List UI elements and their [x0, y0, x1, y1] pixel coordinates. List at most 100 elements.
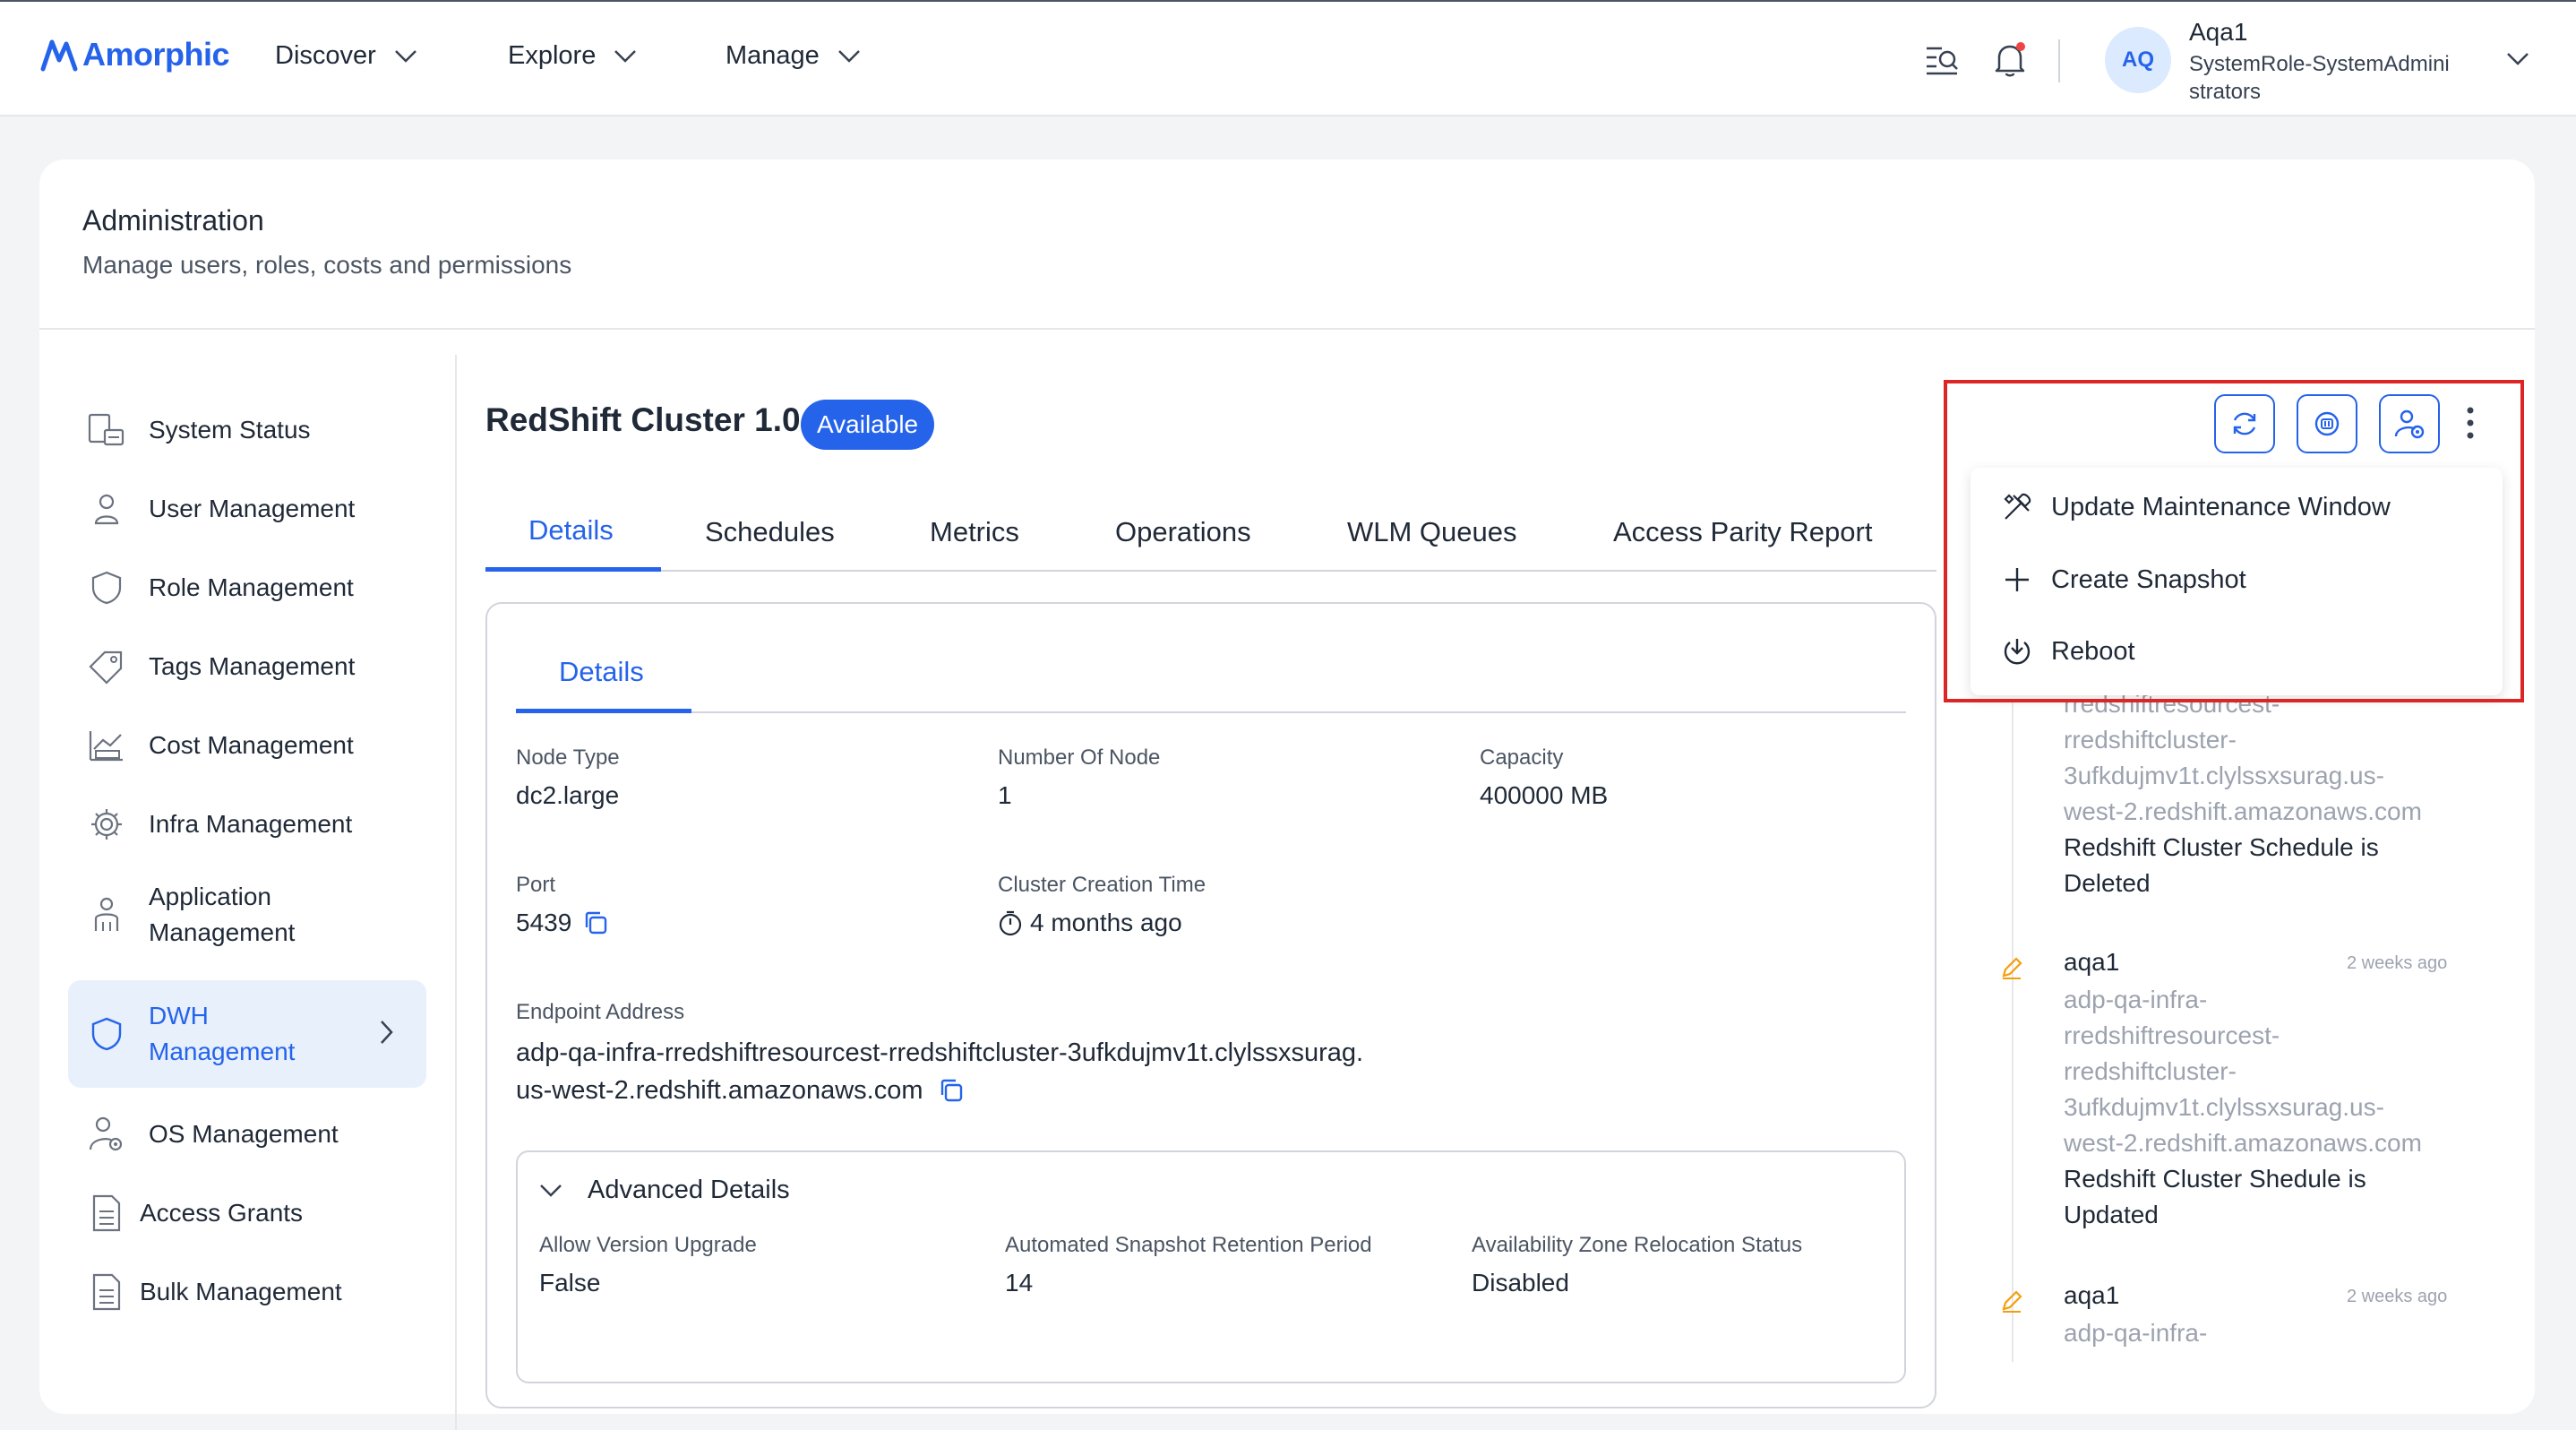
- endpoint-line-2-row: us-west-2.redshift.amazonaws.com: [516, 1072, 1501, 1109]
- feed-item-2-time: 2 weeks ago: [2347, 1287, 2448, 1306]
- page-subtitle: Manage users, roles, costs and permissio…: [82, 251, 572, 279]
- tab-wlm-queues[interactable]: WLM Queues: [1347, 516, 1517, 548]
- sidebar-item-system-status[interactable]: System Status: [68, 401, 426, 459]
- sidebar-item-label: User Management: [149, 495, 356, 522]
- feed-message: Updated: [2064, 1201, 2159, 1228]
- number-of-node-text: 1: [998, 781, 1012, 809]
- user-name: Aqa1: [2189, 18, 2248, 46]
- chevron-down-icon: [540, 1184, 562, 1197]
- endpoint-address-label: Endpoint Address: [516, 1000, 685, 1024]
- sidebar-item-user-management[interactable]: User Management: [68, 480, 426, 538]
- number-of-node-value: 1: [998, 781, 1012, 810]
- feed-item-2-user: aqa1: [2064, 1281, 2120, 1309]
- sidebar-item-label: Access Grants: [140, 1199, 304, 1227]
- node-type-text: dc2.large: [516, 781, 620, 809]
- port-label: Port: [516, 873, 556, 897]
- sidebar-item-cost-management[interactable]: Cost Management: [68, 717, 426, 774]
- tab-metrics[interactable]: Metrics: [930, 516, 1019, 548]
- sidebar-item-tags-management[interactable]: Tags Management: [68, 638, 426, 695]
- feed-line: rredshiftcluster-: [2064, 726, 2237, 754]
- nav-explore-label: Explore: [508, 41, 597, 70]
- shield-icon: [84, 565, 129, 610]
- feed-item-1-time: 2 weeks ago: [2347, 953, 2448, 973]
- tab-schedules[interactable]: Schedules: [705, 516, 835, 548]
- feed-item-2-text: adp-qa-infra-: [2064, 1315, 2494, 1351]
- node-type-value: dc2.large: [516, 781, 619, 810]
- sidebar-item-infra-management[interactable]: Infra Management: [68, 796, 426, 853]
- allow-version-upgrade-text: False: [539, 1269, 601, 1296]
- cost-chart-icon: [84, 723, 129, 768]
- feed-line: rredshiftresourcest-: [2064, 1021, 2280, 1049]
- user-menu-chevron-down-icon[interactable]: [2506, 52, 2529, 66]
- chevron-down-icon: [614, 49, 637, 63]
- top-navigation-bar: Amorphic Discover Explore Manage AQ Aqa1…: [0, 0, 2576, 116]
- snapshot-retention-text: 14: [1005, 1269, 1034, 1296]
- capacity-label: Capacity: [1480, 745, 1564, 770]
- endpoint-line-2: us-west-2.redshift.amazonaws.com: [516, 1076, 923, 1105]
- feed-item-1-user: aqa1: [2064, 948, 2120, 976]
- subtab-details[interactable]: Details: [559, 656, 644, 688]
- sidebar-item-bulk-management[interactable]: Bulk Management: [68, 1263, 426, 1321]
- az-relocation-text: Disabled: [1472, 1269, 1569, 1296]
- nav-explore[interactable]: Explore: [508, 41, 637, 71]
- copy-icon[interactable]: [582, 909, 609, 936]
- application-user-icon: [84, 892, 129, 937]
- advanced-details-toggle[interactable]: Advanced Details: [539, 1176, 790, 1205]
- brand-logo[interactable]: Amorphic: [39, 36, 230, 73]
- feed-line: adp-qa-infra-: [2064, 986, 2208, 1013]
- document-icon: [84, 1191, 129, 1236]
- amorphic-logo-icon: [40, 39, 78, 72]
- advanced-details-title: Advanced Details: [588, 1176, 790, 1204]
- active-subtab-indicator: [516, 709, 691, 713]
- feed-line: adp-qa-infra-: [2064, 1319, 2208, 1347]
- activity-timeline-line: [2012, 699, 2014, 1362]
- feed-message: Deleted: [2064, 869, 2151, 897]
- allow-version-upgrade-value: False: [539, 1269, 600, 1297]
- tab-operations[interactable]: Operations: [1115, 516, 1251, 548]
- sidebar-item-role-management[interactable]: Role Management: [68, 559, 426, 616]
- sidebar-item-label: Application Management: [149, 883, 296, 946]
- notification-bell-icon[interactable]: [1992, 41, 2028, 79]
- chevron-down-icon: [837, 49, 860, 63]
- node-type-label: Node Type: [516, 745, 620, 770]
- snapshot-retention-value: 14: [1005, 1269, 1033, 1297]
- tabs-divider: [485, 570, 1936, 572]
- topbar-divider: [2058, 39, 2060, 82]
- tab-access-parity-report[interactable]: Access Parity Report: [1613, 516, 1872, 548]
- stopwatch-icon: [998, 909, 1023, 936]
- nav-manage[interactable]: Manage: [726, 41, 861, 71]
- number-of-node-label: Number Of Node: [998, 745, 1161, 770]
- chevron-right-icon: [381, 1021, 393, 1044]
- nav-discover[interactable]: Discover: [275, 41, 417, 71]
- user-icon: [84, 487, 129, 531]
- copy-icon[interactable]: [938, 1077, 965, 1104]
- cluster-creation-time-label: Cluster Creation Time: [998, 873, 1206, 897]
- os-user-gear-icon: [84, 1112, 129, 1157]
- sidebar-item-os-management[interactable]: OS Management: [68, 1106, 426, 1163]
- tag-icon: [84, 644, 129, 689]
- port-value: 5439: [516, 909, 609, 937]
- sidebar-item-application-management[interactable]: Application Management: [68, 867, 426, 962]
- active-tab-indicator: [485, 567, 661, 572]
- cluster-creation-time-value: 4 months ago: [998, 909, 1182, 937]
- shield-icon: [84, 1012, 129, 1056]
- feed-item-1-text: adp-qa-infra- rredshiftresourcest- rreds…: [2064, 982, 2494, 1233]
- chevron-down-icon: [394, 49, 416, 63]
- gear-icon: [84, 802, 129, 847]
- search-list-icon[interactable]: [1924, 41, 1960, 77]
- az-relocation-value: Disabled: [1472, 1269, 1569, 1297]
- feed-line: west-2.redshift.amazonaws.com: [2064, 797, 2422, 825]
- header-divider: [39, 328, 2535, 330]
- capacity-text: 400000 MB: [1480, 781, 1609, 809]
- snapshot-retention-label: Automated Snapshot Retention Period: [1005, 1233, 1372, 1257]
- avatar[interactable]: AQ: [2105, 27, 2171, 93]
- feed-line: rredshiftcluster-: [2064, 1057, 2237, 1085]
- feed-message: Redshift Cluster Schedule is: [2064, 833, 2379, 861]
- sidebar-item-label: OS Management: [149, 1120, 339, 1148]
- sidebar-item-dwh-management[interactable]: DWH Management: [68, 980, 426, 1088]
- sidebar-item-label: System Status: [149, 416, 311, 444]
- tab-details[interactable]: Details: [528, 514, 614, 547]
- edit-pencil-icon: [1999, 955, 2024, 980]
- sidebar-item-access-grants[interactable]: Access Grants: [68, 1184, 426, 1242]
- sidebar-item-label: Infra Management: [149, 810, 353, 838]
